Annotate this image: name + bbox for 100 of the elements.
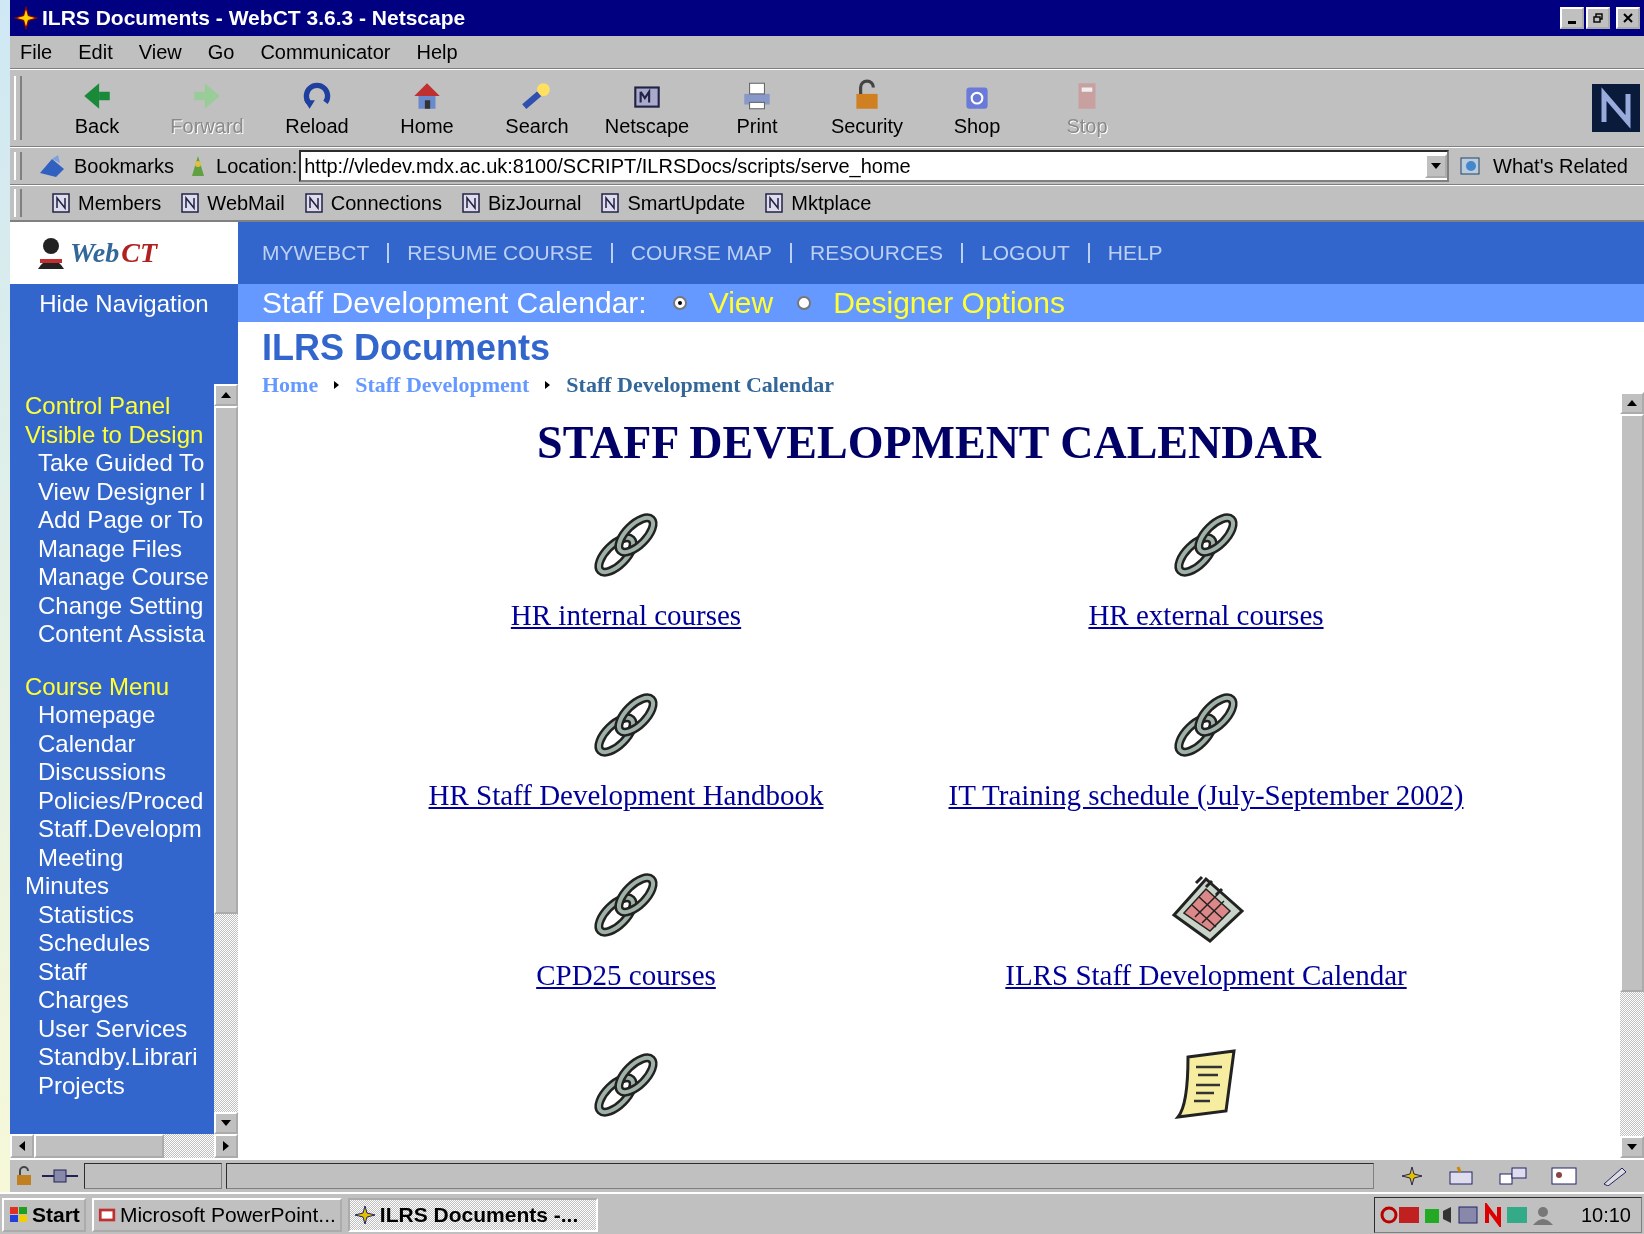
personal-toolbar-button[interactable]: SmartUpdate (597, 191, 750, 215)
sidebar-link[interactable]: Staff (10, 957, 214, 986)
sidebar-link[interactable]: Add Page or To (10, 506, 214, 535)
content-link[interactable]: HR Staff Development Handbook (428, 779, 824, 812)
sidebar-link[interactable]: Calendar (10, 729, 214, 758)
menu-item[interactable]: Edit (78, 40, 113, 64)
nav-link[interactable]: RESUME COURSE (407, 241, 593, 265)
toolbar-button[interactable]: Back (42, 74, 152, 142)
scrollbar[interactable] (214, 384, 238, 1134)
content-link[interactable]: HR internal courses (510, 599, 742, 632)
url-field[interactable]: http://vledev.mdx.ac.uk:8100/SCRIPT/ILRSDocs/scripts/serve_home (299, 150, 1449, 182)
sidebar-link[interactable]: Minutes (10, 872, 214, 901)
menu-item[interactable]: Go (207, 40, 235, 64)
radio-button[interactable] (797, 296, 812, 310)
scroll-thumb[interactable] (214, 406, 238, 915)
left-arrow-icon (19, 1141, 25, 1151)
toolbar-grip[interactable] (14, 189, 22, 217)
navigator-icon[interactable] (1400, 1166, 1424, 1186)
bookmark-page-icon (181, 193, 200, 213)
personal-toolbar-button[interactable]: BizJournal (458, 191, 586, 215)
sidebar-link[interactable]: Discussions (10, 758, 214, 787)
sidebar-link[interactable]: Staff.Developm (10, 815, 214, 844)
caret-icon (1431, 163, 1441, 169)
scroll-down-button[interactable] (1620, 1136, 1644, 1158)
connection-plug-icon[interactable] (40, 1166, 80, 1186)
toolbar-button[interactable]: Reload (262, 74, 372, 142)
sidebar-link[interactable]: View Designer I (10, 477, 214, 506)
toolbar-button[interactable]: Security (812, 74, 922, 142)
close-button[interactable] (1616, 7, 1640, 29)
nav-link[interactable]: COURSE MAP (630, 241, 773, 265)
sidebar-link[interactable]: Manage Files (10, 534, 214, 563)
menu-item[interactable]: View (138, 40, 182, 64)
taskbar-button[interactable]: Microsoft PowerPoint... (91, 1198, 342, 1232)
sidebar-link[interactable]: Statistics (10, 900, 214, 929)
personal-toolbar-button[interactable]: Members (48, 191, 166, 215)
sidebar-link[interactable]: Manage Course (10, 563, 214, 592)
mail-icon[interactable] (1446, 1166, 1476, 1186)
minimize-button[interactable] (1560, 7, 1584, 29)
chat-bubbles-icon[interactable] (1498, 1166, 1528, 1186)
sidebar-link[interactable]: Visible to Design (10, 420, 214, 449)
sidebar-link[interactable]: Content Assista (10, 620, 214, 649)
personal-toolbar-button[interactable]: Mktplace (761, 191, 876, 215)
radio-button[interactable] (672, 296, 687, 310)
sidebar-link[interactable]: User Services (10, 1014, 214, 1043)
nav-link[interactable]: HELP (1107, 241, 1163, 265)
start-button[interactable]: Start (2, 1198, 86, 1232)
address-card-icon[interactable] (1550, 1166, 1578, 1186)
menu-item[interactable]: File (20, 40, 53, 64)
content-link[interactable]: IT Training schedule (July-September 2002) (948, 779, 1464, 812)
hide-navigation-link[interactable]: Hide Navigation (39, 290, 209, 317)
content-link[interactable]: ILRS Staff Development Calendar (1005, 959, 1407, 992)
scroll-down-button[interactable] (214, 1112, 238, 1134)
sidebar-link[interactable]: Projects (10, 1071, 214, 1100)
sidebar-link[interactable]: Schedules (10, 929, 214, 958)
restore-button[interactable] (1586, 7, 1610, 29)
scrollbar[interactable] (1620, 392, 1644, 1158)
scroll-left-button[interactable] (10, 1134, 34, 1158)
breadcrumb-link[interactable]: Staff Development Calendar (566, 372, 834, 398)
scroll-thumb[interactable] (1620, 414, 1644, 992)
sidebar-link[interactable]: Policies/Proced (10, 786, 214, 815)
menu-item[interactable]: Help (416, 40, 458, 64)
scroll-up-button[interactable] (1620, 392, 1644, 414)
netscape-logo-icon (1592, 84, 1640, 132)
taskbar-button[interactable]: ILRS Documents -... (347, 1198, 598, 1232)
nav-link[interactable]: MYWEBCT (262, 241, 370, 265)
location-label: Location: (216, 154, 298, 178)
scroll-up-button[interactable] (214, 384, 238, 406)
sidebar-link[interactable]: Charges (10, 986, 214, 1015)
toolbar-button[interactable]: Home (372, 74, 482, 142)
sidebar-link[interactable]: Take Guided To (10, 449, 214, 478)
toolbar-grip[interactable] (14, 76, 22, 140)
scroll-thumb[interactable] (34, 1134, 164, 1158)
dropdown-button[interactable] (1425, 154, 1447, 178)
whats-related-button[interactable]: What's Related (1449, 154, 1644, 178)
bookmark-page-icon (52, 193, 70, 213)
sidebar-link[interactable]: Change Setting (10, 591, 214, 620)
nav-link[interactable]: LOGOUT (981, 241, 1070, 265)
sidebar-link[interactable]: Meeting (10, 843, 214, 872)
nav-link[interactable]: RESOURCES (810, 241, 944, 265)
horizontal-scrollbar[interactable] (10, 1134, 238, 1158)
page-heading: STAFF DEVELOPMENT CALENDAR (536, 416, 1323, 469)
breadcrumb-link[interactable]: Staff Development (355, 372, 530, 398)
sidebar-heading: Control Panel (24, 392, 172, 421)
personal-toolbar-button[interactable]: Connections (300, 191, 446, 215)
toolbar-button[interactable]: Print (702, 74, 812, 142)
toolbar-button[interactable]: Search (482, 74, 592, 142)
breadcrumb-link[interactable]: Home (262, 372, 319, 398)
content-link[interactable]: HR external courses (1088, 599, 1324, 632)
personal-toolbar-button[interactable]: WebMail (177, 191, 289, 215)
bookmarks-button[interactable]: Bookmarks (38, 153, 175, 179)
scroll-right-button[interactable] (214, 1134, 238, 1158)
content-link[interactable]: CPD25 courses (536, 959, 716, 992)
menu-item[interactable]: Communicator (260, 40, 391, 64)
toolbar-button[interactable]: Netscape (592, 74, 702, 142)
bookmark-page-icon (765, 193, 784, 213)
sidebar-link[interactable]: Standby.Librari (10, 1043, 214, 1072)
toolbar-grip[interactable] (14, 152, 22, 180)
sidebar-link[interactable]: Homepage (10, 701, 214, 730)
toolbar-button[interactable]: Shop (922, 74, 1032, 142)
breadcrumb-arrow-icon (334, 381, 340, 389)
